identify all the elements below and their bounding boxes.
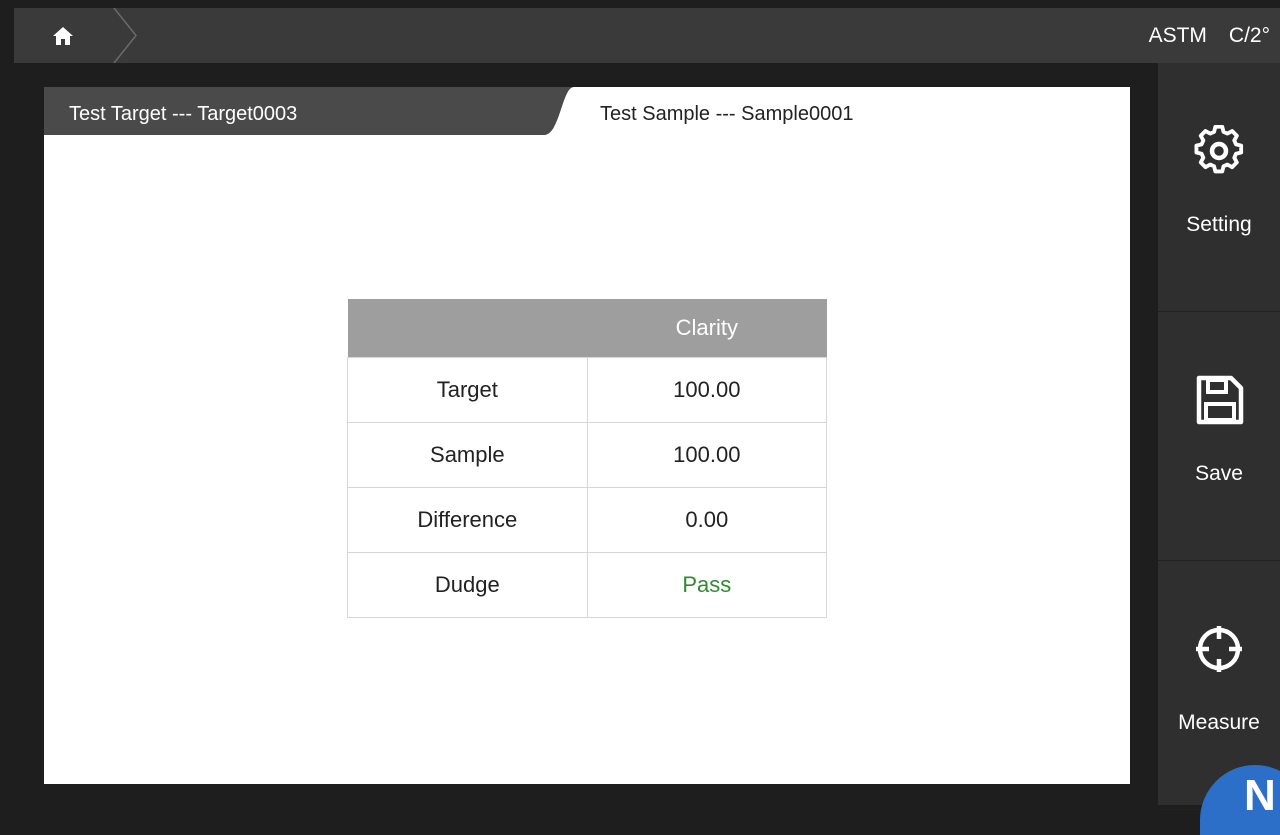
tab-test-sample[interactable]: Test Sample --- Sample0001 — [574, 87, 1130, 135]
table-row: Difference 0.00 — [347, 487, 828, 553]
table-row: Dudge Pass — [347, 552, 828, 618]
crosshair-icon — [1196, 626, 1242, 672]
tab-test-target[interactable]: Test Target --- Target0003 — [44, 87, 584, 135]
measure-label: Measure — [1178, 711, 1260, 734]
pass-status: Pass — [586, 552, 828, 618]
table-header-row: Clarity — [347, 299, 827, 358]
tab-test-target-label: Test Target --- Target0003 — [69, 103, 298, 125]
row-value: 100.00 — [586, 422, 828, 488]
table-header-clarity: Clarity — [587, 299, 827, 358]
breadcrumb-separator-icon — [113, 8, 137, 63]
result-panel: Test Target --- Target0003 Test Sample -… — [44, 87, 1130, 784]
tab-test-sample-label: Test Sample --- Sample0001 — [600, 103, 854, 125]
gear-icon — [1194, 125, 1244, 174]
row-label: Target — [347, 357, 588, 423]
standard-label[interactable]: ASTM — [1149, 24, 1207, 48]
floppy-disk-icon — [1196, 375, 1244, 425]
results-table: Clarity Target 100.00 Sample 100.00 Diff… — [347, 299, 828, 618]
brand-logo-letter: N — [1244, 771, 1276, 820]
table-row: Target 100.00 — [347, 357, 828, 423]
top-bar: ASTM C/2° — [14, 8, 1280, 63]
observer-label[interactable]: C/2° — [1229, 24, 1270, 48]
save-button[interactable]: Save — [1158, 312, 1280, 561]
sidebar: Setting Save Measure — [1158, 63, 1280, 810]
table-row: Sample 100.00 — [347, 422, 828, 488]
row-label: Sample — [347, 422, 588, 488]
row-value: 100.00 — [586, 357, 828, 423]
home-icon — [53, 26, 73, 45]
row-label: Difference — [347, 487, 588, 553]
row-label: Dudge — [347, 552, 588, 618]
home-button[interactable] — [14, 8, 112, 63]
row-value: 0.00 — [586, 487, 828, 553]
save-label: Save — [1195, 462, 1243, 485]
table-header-empty — [347, 299, 588, 358]
setting-label: Setting — [1186, 213, 1252, 236]
status-area: ASTM C/2° — [1149, 8, 1270, 63]
setting-button[interactable]: Setting — [1158, 63, 1280, 312]
